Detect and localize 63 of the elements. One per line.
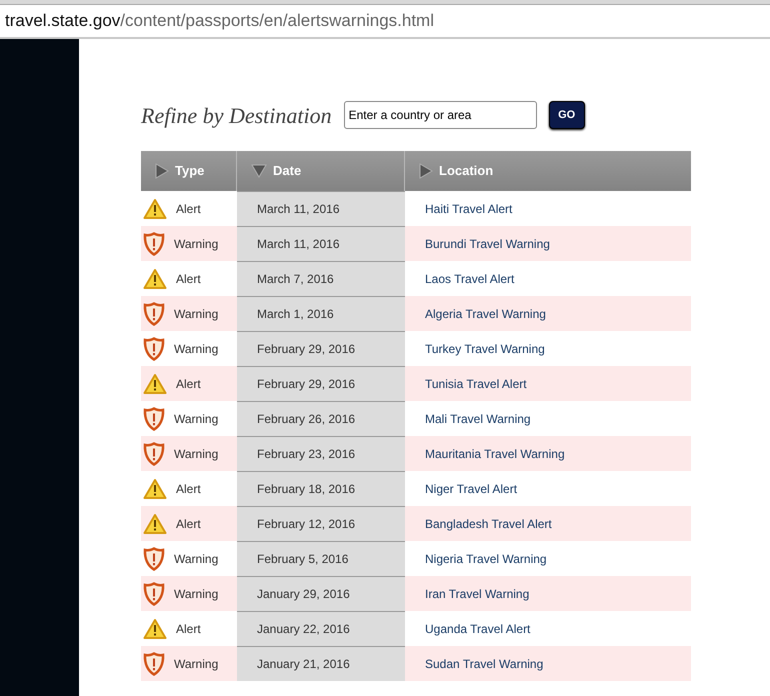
date-text: March 7, 2016 [257,271,334,288]
shield-exclamation-icon [143,302,165,326]
location-link[interactable]: Uganda Travel Alert [425,620,530,638]
type-text: Warning [174,446,218,462]
type-text: Warning [174,656,218,672]
shield-exclamation-icon [143,406,165,430]
date-text: February 5, 2016 [257,551,348,568]
sort-down-icon [251,164,267,178]
location-link[interactable]: Haiti Travel Alert [425,200,512,218]
location-link[interactable]: Bangladesh Travel Alert [425,514,552,532]
location-link[interactable]: Niger Travel Alert [425,480,518,498]
shield-exclamation-icon [143,232,165,256]
location-link[interactable]: Laos Travel Alert [425,270,514,288]
warning-triangle-icon [143,372,167,394]
sort-right-icon [419,163,433,179]
warning-triangle-icon [143,198,167,220]
location-link[interactable]: Burundi Travel Warning [425,234,550,252]
shield-exclamation-icon [143,582,165,606]
type-text: Alert [176,376,201,392]
type-text: Warning [174,340,218,358]
type-text: Warning [174,306,218,322]
date-text: March 1, 2016 [257,306,334,323]
location-link[interactable]: Turkey Travel Warning [425,340,545,358]
date-text: February 18, 2016 [257,481,356,498]
warning-triangle-icon [143,618,167,640]
type-text: Alert [176,620,201,638]
location-link[interactable]: Mauritania Travel Warning [425,444,565,462]
sort-right-icon [155,163,169,179]
date-text: January 22, 2016 [257,621,350,638]
date-text: February 29, 2016 [257,341,356,358]
shield-exclamation-icon [143,652,165,676]
type-text: Alert [176,516,201,532]
type-text: Alert [176,200,201,218]
date-text: February 29, 2016 [257,376,356,393]
date-text: March 11, 2016 [257,201,340,218]
type-text: Warning [174,410,218,428]
shield-exclamation-icon [143,546,165,570]
location-link[interactable]: Sudan Travel Warning [425,654,544,672]
warning-triangle-icon [143,268,167,290]
date-text: February 26, 2016 [257,411,356,428]
type-text: Alert [176,480,201,498]
date-text: February 23, 2016 [257,446,356,463]
go-button[interactable]: GO [548,101,585,129]
warning-triangle-icon [143,478,167,500]
url-text: travel.state.gov/content/passports/en/alertswarnings.html [5,10,434,32]
location-link[interactable]: Iran Travel Warning [425,584,530,602]
type-text: Warning [174,550,218,568]
date-text: January 29, 2016 [257,586,350,603]
destination-field[interactable]: Enter a country or area [344,101,537,129]
location-link[interactable]: Algeria Travel Warning [425,304,546,322]
location-link[interactable]: Nigeria Travel Warning [425,550,547,568]
location-link[interactable]: Mali Travel Warning [425,410,531,428]
warning-triangle-icon [143,512,167,534]
date-text: February 12, 2016 [257,516,356,533]
type-text: Alert [176,270,201,288]
type-text: Warning [174,236,218,252]
shield-exclamation-icon [143,442,165,466]
date-text: March 11, 2016 [257,236,340,253]
refine-heading: Refine by Destination [141,102,332,130]
date-text: January 21, 2016 [257,656,350,673]
type-text: Warning [174,586,218,602]
shield-exclamation-icon [143,336,165,360]
location-link[interactable]: Tunisia Travel Alert [425,374,527,392]
